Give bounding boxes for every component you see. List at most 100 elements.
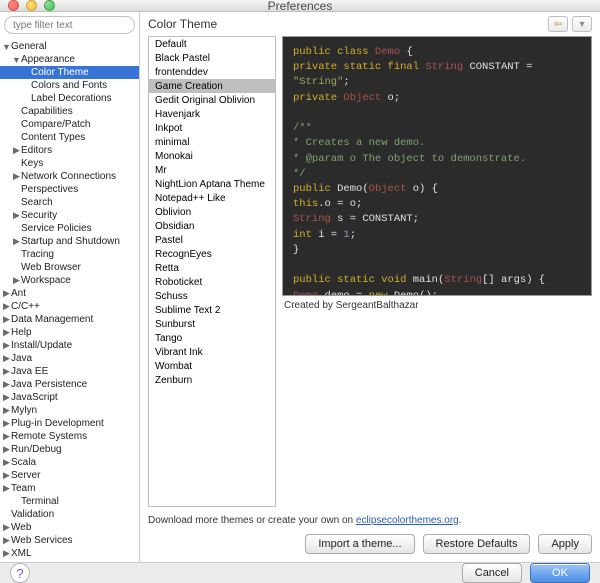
tree-node[interactable]: Web Browser bbox=[0, 261, 139, 274]
theme-item[interactable]: Monokai bbox=[149, 149, 275, 163]
theme-item[interactable]: minimal bbox=[149, 135, 275, 149]
theme-item[interactable]: Game Creation bbox=[149, 79, 275, 93]
disclosure-closed-icon[interactable]: ▶ bbox=[2, 405, 11, 416]
theme-list[interactable]: DefaultBlack PastelfrontenddevGame Creat… bbox=[148, 36, 276, 507]
theme-item[interactable]: NightLion Aptana Theme bbox=[149, 177, 275, 191]
apply-button[interactable]: Apply bbox=[538, 534, 592, 554]
import-theme-button[interactable]: Import a theme... bbox=[305, 534, 414, 554]
theme-item[interactable]: Wombat bbox=[149, 359, 275, 373]
theme-item[interactable]: Tango bbox=[149, 331, 275, 345]
help-icon[interactable]: ? bbox=[10, 563, 30, 583]
tree-node[interactable]: ▼Appearance bbox=[0, 53, 139, 66]
ok-button[interactable]: OK bbox=[530, 563, 590, 583]
tree-node[interactable]: ▶Web Services bbox=[0, 534, 139, 547]
disclosure-closed-icon[interactable]: ▶ bbox=[2, 522, 11, 533]
theme-item[interactable]: Schuss bbox=[149, 289, 275, 303]
tree-node[interactable]: Compare/Patch bbox=[0, 118, 139, 131]
disclosure-closed-icon[interactable]: ▶ bbox=[2, 301, 11, 312]
tree-node[interactable]: ▶Java EE bbox=[0, 365, 139, 378]
tree-node[interactable]: Color Theme bbox=[0, 66, 139, 79]
restore-defaults-button[interactable]: Restore Defaults bbox=[423, 534, 531, 554]
tree-node[interactable]: Label Decorations bbox=[0, 92, 139, 105]
disclosure-closed-icon[interactable]: ▶ bbox=[2, 392, 11, 403]
disclosure-closed-icon[interactable]: ▶ bbox=[2, 314, 11, 325]
tree-node[interactable]: ▶Scala bbox=[0, 456, 139, 469]
disclosure-closed-icon[interactable]: ▶ bbox=[2, 366, 11, 377]
disclosure-closed-icon[interactable]: ▶ bbox=[2, 418, 11, 429]
tree-node[interactable]: ▶Server bbox=[0, 469, 139, 482]
tree-node[interactable]: ▶Run/Debug bbox=[0, 443, 139, 456]
tree-node[interactable]: ▶Java bbox=[0, 352, 139, 365]
tree-node[interactable]: ▶Data Management bbox=[0, 313, 139, 326]
tree-node[interactable]: ▼General bbox=[0, 40, 139, 53]
cancel-button[interactable]: Cancel bbox=[462, 563, 522, 583]
disclosure-closed-icon[interactable]: ▶ bbox=[2, 548, 11, 559]
tree-node[interactable]: ▶C/C++ bbox=[0, 300, 139, 313]
disclosure-closed-icon[interactable]: ▶ bbox=[2, 288, 11, 299]
theme-item[interactable]: Default bbox=[149, 37, 275, 51]
disclosure-open-icon[interactable]: ▼ bbox=[12, 55, 21, 65]
theme-item[interactable]: Retta bbox=[149, 261, 275, 275]
tree-node[interactable]: ▶Plug-in Development bbox=[0, 417, 139, 430]
disclosure-closed-icon[interactable]: ▶ bbox=[2, 483, 11, 494]
disclosure-closed-icon[interactable]: ▶ bbox=[12, 210, 21, 221]
disclosure-closed-icon[interactable]: ▶ bbox=[2, 340, 11, 351]
tree-node[interactable]: ▶Remote Systems bbox=[0, 430, 139, 443]
theme-item[interactable]: Zenburn bbox=[149, 373, 275, 387]
tree-node[interactable]: Search bbox=[0, 196, 139, 209]
tree-node[interactable]: Service Policies bbox=[0, 222, 139, 235]
download-link[interactable]: eclipsecolorthemes.org bbox=[356, 515, 459, 526]
theme-item[interactable]: Sunburst bbox=[149, 317, 275, 331]
forward-button[interactable]: ▾ bbox=[572, 16, 592, 32]
disclosure-closed-icon[interactable]: ▶ bbox=[2, 535, 11, 546]
theme-item[interactable]: Vibrant Ink bbox=[149, 345, 275, 359]
tree-node[interactable]: ▶Web bbox=[0, 521, 139, 534]
theme-item[interactable]: Sublime Text 2 bbox=[149, 303, 275, 317]
theme-item[interactable]: Inkpot bbox=[149, 121, 275, 135]
preferences-tree[interactable]: ▼General▼AppearanceColor ThemeColors and… bbox=[0, 38, 139, 562]
back-button[interactable]: ⇦ bbox=[548, 16, 568, 32]
tree-node[interactable]: ▶XML bbox=[0, 547, 139, 560]
tree-node[interactable]: Content Types bbox=[0, 131, 139, 144]
disclosure-closed-icon[interactable]: ▶ bbox=[2, 327, 11, 338]
disclosure-closed-icon[interactable]: ▶ bbox=[12, 171, 21, 182]
disclosure-closed-icon[interactable]: ▶ bbox=[12, 236, 21, 247]
tree-node[interactable]: Terminal bbox=[0, 495, 139, 508]
tree-node[interactable]: Validation bbox=[0, 508, 139, 521]
tree-node[interactable]: Capabilities bbox=[0, 105, 139, 118]
tree-node[interactable]: ▶Help bbox=[0, 326, 139, 339]
theme-item[interactable]: Mr bbox=[149, 163, 275, 177]
tree-node[interactable]: ▶Install/Update bbox=[0, 339, 139, 352]
theme-item[interactable]: Obsidian bbox=[149, 219, 275, 233]
disclosure-closed-icon[interactable]: ▶ bbox=[2, 431, 11, 442]
disclosure-closed-icon[interactable]: ▶ bbox=[12, 145, 21, 156]
tree-node[interactable]: ▶Java Persistence bbox=[0, 378, 139, 391]
theme-item[interactable]: RecognEyes bbox=[149, 247, 275, 261]
theme-item[interactable]: Pastel bbox=[149, 233, 275, 247]
disclosure-closed-icon[interactable]: ▶ bbox=[2, 353, 11, 364]
theme-item[interactable]: Oblivion bbox=[149, 205, 275, 219]
tree-node[interactable]: ▶Security bbox=[0, 209, 139, 222]
tree-node[interactable]: ▶Workspace bbox=[0, 274, 139, 287]
filter-input[interactable] bbox=[4, 16, 135, 34]
theme-item[interactable]: Gedit Original Oblivion bbox=[149, 93, 275, 107]
tree-node[interactable]: Keys bbox=[0, 157, 139, 170]
disclosure-closed-icon[interactable]: ▶ bbox=[12, 275, 21, 286]
disclosure-closed-icon[interactable]: ▶ bbox=[2, 470, 11, 481]
disclosure-open-icon[interactable]: ▼ bbox=[2, 42, 11, 52]
tree-node[interactable]: ▶Mylyn bbox=[0, 404, 139, 417]
theme-item[interactable]: Black Pastel bbox=[149, 51, 275, 65]
tree-node[interactable]: Perspectives bbox=[0, 183, 139, 196]
theme-item[interactable]: Notepad++ Like bbox=[149, 191, 275, 205]
theme-item[interactable]: frontenddev bbox=[149, 65, 275, 79]
theme-item[interactable]: Havenjark bbox=[149, 107, 275, 121]
tree-node[interactable]: ▶Network Connections bbox=[0, 170, 139, 183]
tree-node[interactable]: ▶Editors bbox=[0, 144, 139, 157]
disclosure-closed-icon[interactable]: ▶ bbox=[2, 457, 11, 468]
tree-node[interactable]: ▶Team bbox=[0, 482, 139, 495]
tree-node[interactable]: Tracing bbox=[0, 248, 139, 261]
theme-item[interactable]: Roboticket bbox=[149, 275, 275, 289]
tree-node[interactable]: ▶JavaScript bbox=[0, 391, 139, 404]
disclosure-closed-icon[interactable]: ▶ bbox=[2, 379, 11, 390]
tree-node[interactable]: Colors and Fonts bbox=[0, 79, 139, 92]
